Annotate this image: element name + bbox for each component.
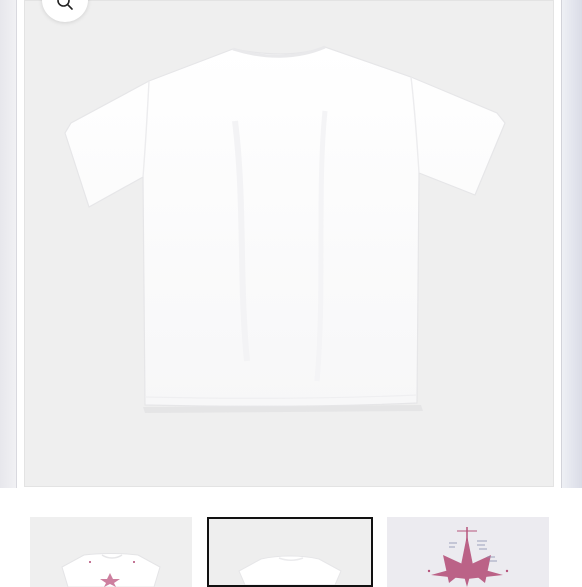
tshirt-back-illustration (64, 45, 506, 413)
thumbnail-strip (0, 500, 582, 587)
previous-slide-edge[interactable] (0, 0, 17, 488)
product-image-gallery (0, 0, 582, 500)
magnifier-icon (56, 0, 74, 16)
next-slide-edge[interactable] (561, 0, 582, 488)
tshirt-front-thumbnail (61, 553, 161, 587)
star-print-thumbnail (427, 527, 509, 587)
main-product-image[interactable] (24, 0, 554, 487)
thumbnail-back-view[interactable] (207, 517, 373, 587)
tshirt-back-thumbnail (238, 555, 342, 585)
thumbnail-print-detail[interactable] (387, 517, 549, 587)
thumbnail-front-view[interactable] (30, 517, 192, 587)
